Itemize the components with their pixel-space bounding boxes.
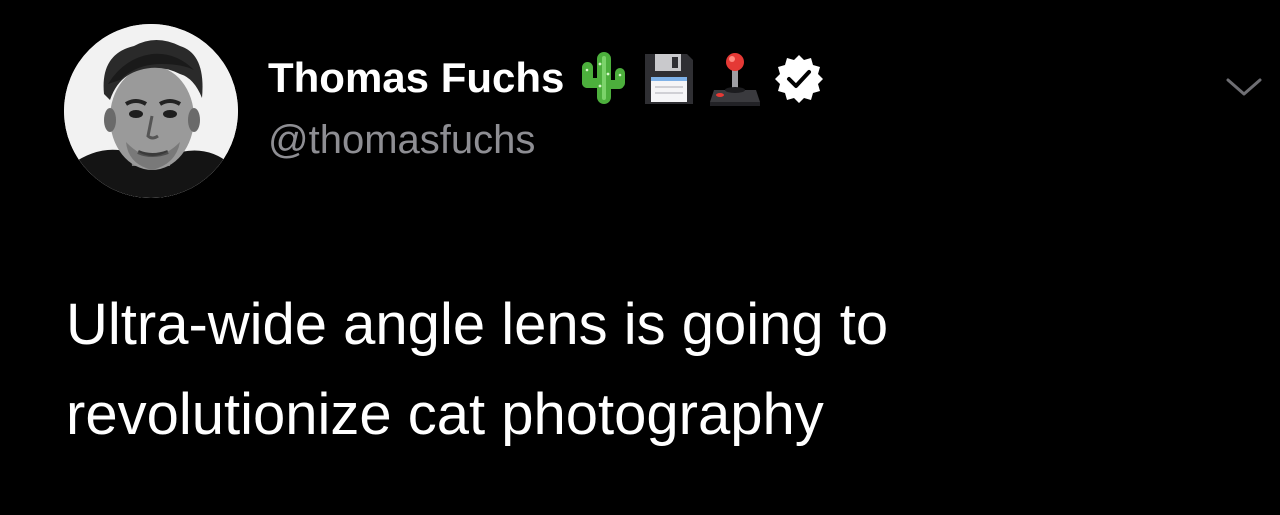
- display-name[interactable]: Thomas Fuchs: [268, 46, 564, 110]
- profile-photo: [64, 24, 238, 198]
- author-handle[interactable]: @thomasfuchs: [268, 114, 535, 166]
- tweet-text: Ultra-wide angle lens is going to revolu…: [66, 280, 1246, 460]
- chevron-down-icon[interactable]: [1222, 70, 1266, 104]
- author-name-row: Thomas Fuchs: [268, 46, 824, 110]
- tweet[interactable]: Thomas Fuchs @thomasfuchs Ultra-wide ang…: [0, 0, 1280, 515]
- floppy-disk-icon: [642, 48, 696, 108]
- cactus-icon: [576, 48, 630, 108]
- avatar[interactable]: [64, 24, 238, 198]
- tweet-text-line: revolutionize cat photography: [66, 382, 824, 447]
- joystick-icon: [708, 48, 762, 108]
- tweet-text-line: Ultra-wide angle lens is going to: [66, 292, 889, 357]
- verified-badge-icon: [774, 53, 824, 103]
